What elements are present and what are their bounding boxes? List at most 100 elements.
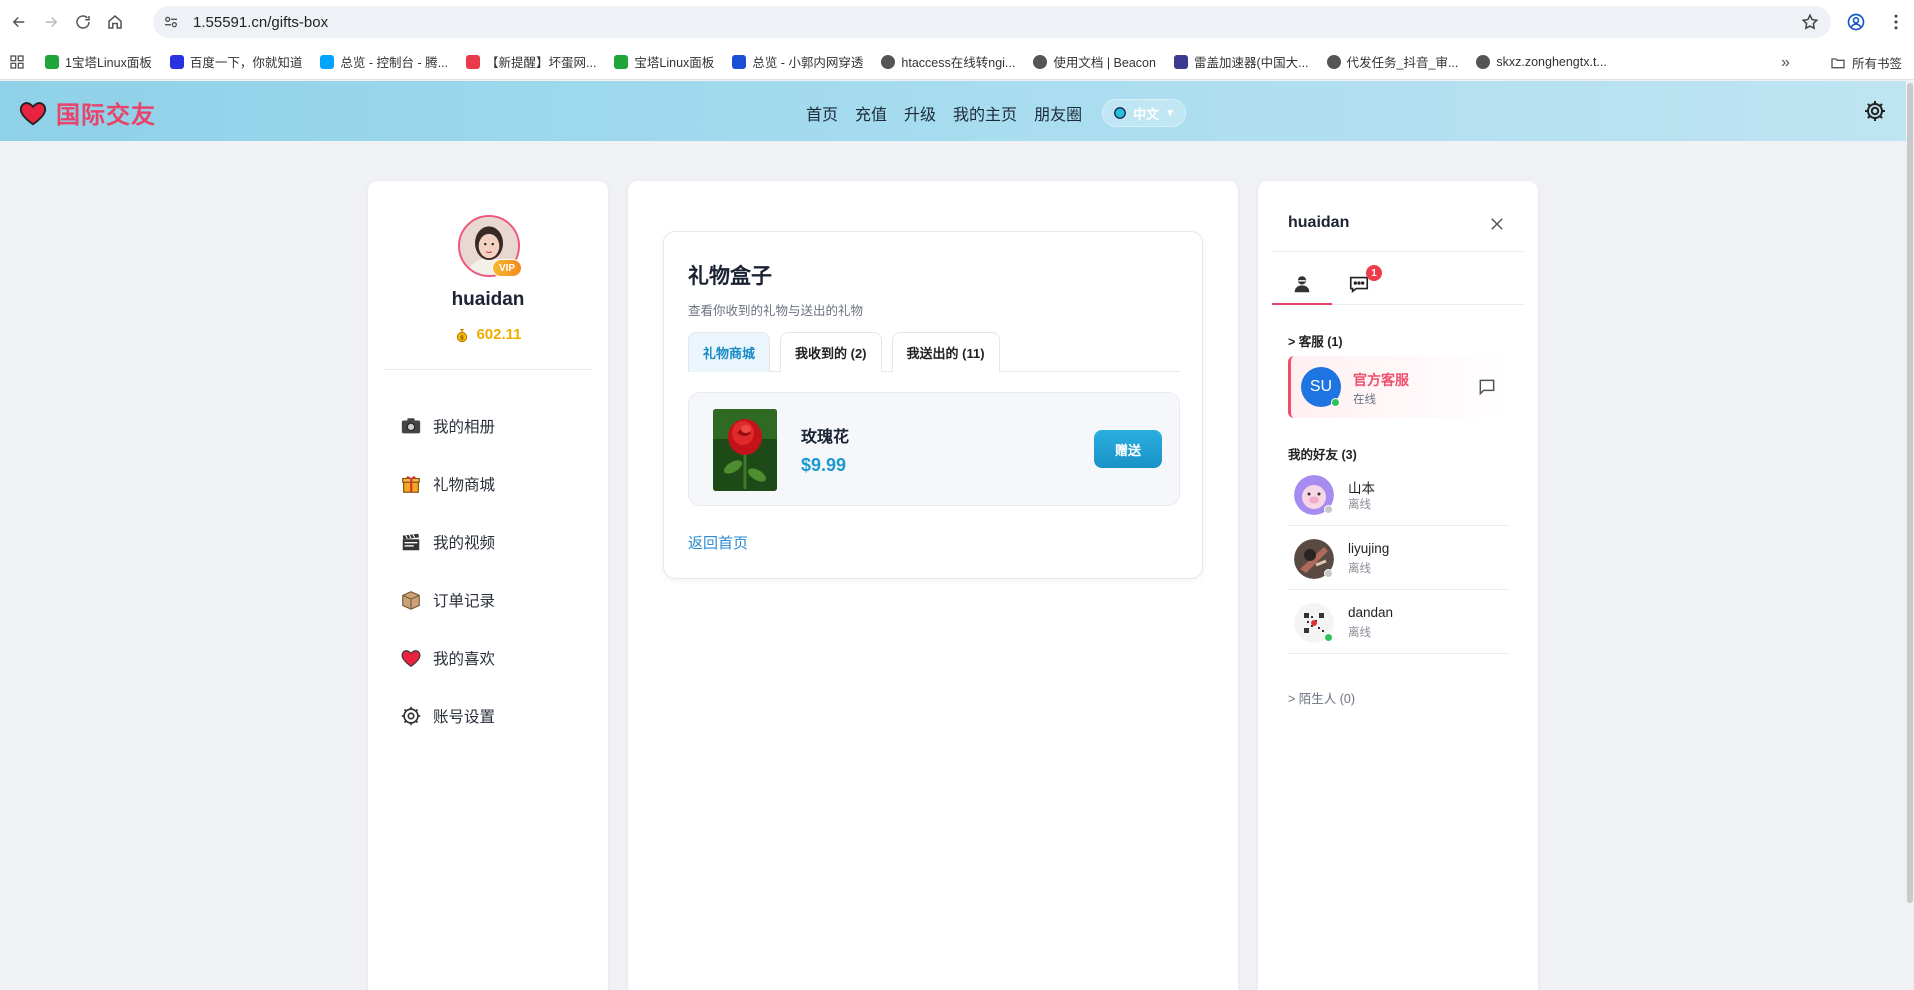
nav-upgrade[interactable]: 升级 bbox=[904, 101, 936, 125]
shield-icon bbox=[614, 54, 629, 69]
tab-messages[interactable]: 1 bbox=[1348, 265, 1382, 297]
strangers-section-header[interactable]: > 陌生人 (0) bbox=[1288, 688, 1355, 707]
folder-icon bbox=[1831, 57, 1845, 68]
menu-item-gift-shop[interactable]: 礼物商城 bbox=[400, 455, 495, 513]
shield-icon bbox=[45, 54, 59, 69]
profile-icon[interactable] bbox=[1846, 12, 1866, 32]
back-button[interactable] bbox=[6, 9, 32, 35]
tab-gift-shop[interactable]: 礼物商城 bbox=[688, 332, 771, 372]
cloud-icon bbox=[320, 54, 335, 69]
gift-item: 玫瑰花 $9.99 赠送 bbox=[688, 392, 1180, 506]
arrow-right-icon bbox=[45, 16, 58, 28]
bookmark-item[interactable]: 百度一下，你就知道 bbox=[169, 52, 302, 71]
menu-item-album[interactable]: 我的相册 bbox=[400, 397, 495, 455]
forward-button[interactable] bbox=[38, 9, 64, 35]
hash-icon bbox=[466, 54, 480, 69]
friend-status: 离线 bbox=[1348, 563, 1371, 575]
contact-user-icon bbox=[1294, 276, 1310, 293]
bookmark-item[interactable]: 宝塔Linux面板 bbox=[614, 52, 714, 71]
friend-name: dandan bbox=[1348, 605, 1394, 620]
menu-item-account-settings[interactable]: 账号设置 bbox=[400, 687, 495, 745]
friends-section-header: 我的好友 (3) bbox=[1288, 448, 1357, 462]
apps-grid-icon[interactable] bbox=[9, 54, 25, 70]
gift-tabs: 礼物商城 我收到的 (2) 我送出的 (11) bbox=[688, 332, 1180, 372]
tab-received[interactable]: 我收到的 (2) bbox=[780, 332, 882, 372]
arrow-left-icon bbox=[12, 16, 25, 28]
gift-icon bbox=[402, 476, 420, 493]
bookmark-item[interactable]: skxz.zonghengtx.t... bbox=[1476, 54, 1607, 69]
nav-my-page[interactable]: 我的主页 bbox=[953, 101, 1017, 125]
list-item[interactable]: liyujing 离线 bbox=[1288, 527, 1510, 590]
home-button[interactable] bbox=[102, 9, 128, 35]
site-logo[interactable]: 国际交友 bbox=[18, 95, 156, 130]
bookmark-item[interactable]: 使用文档 | Beacon bbox=[1033, 52, 1156, 71]
profile-username: huaidan bbox=[451, 289, 525, 310]
bookmark-item[interactable]: htaccess在线转ngi... bbox=[881, 52, 1015, 71]
list-item[interactable]: 山本 离线 bbox=[1288, 463, 1510, 526]
tab-contacts[interactable] bbox=[1272, 269, 1332, 305]
kebab-menu-icon[interactable] bbox=[1886, 12, 1906, 32]
scrollbar-thumb[interactable] bbox=[1907, 83, 1913, 903]
globe-icon bbox=[1114, 107, 1126, 119]
chat-icon[interactable] bbox=[1477, 377, 1497, 397]
menu-item-orders[interactable]: 订单记录 bbox=[400, 571, 495, 629]
vip-badge: VIP bbox=[492, 259, 522, 277]
coin-balance: $ 602.11 bbox=[368, 326, 608, 343]
list-item[interactable]: dandan 离线 bbox=[1288, 591, 1510, 654]
nav-home[interactable]: 首页 bbox=[806, 101, 838, 125]
globe-icon bbox=[881, 54, 896, 69]
side-menu: 我的相册 礼物商城 我的视频 订单记录 我的喜欢 账号设置 bbox=[400, 397, 495, 745]
page-title: 礼物盒子 bbox=[688, 265, 772, 288]
bookmark-item[interactable]: 雷盖加速器(中国大... bbox=[1173, 52, 1309, 71]
bookmark-item[interactable]: 代发任务_抖音_审... bbox=[1326, 52, 1458, 71]
clapperboard-icon bbox=[402, 533, 420, 551]
online-status-dot bbox=[1324, 633, 1333, 642]
chat-panel: huaidan 1 > 客服 (1) SU 官方客服 在线 我的好友 (3) 山… bbox=[1258, 181, 1538, 990]
nav-moments[interactable]: 朋友圈 bbox=[1034, 101, 1082, 125]
address-bar[interactable]: 1.55591.cn/gifts-box bbox=[153, 6, 1831, 38]
divider bbox=[384, 369, 592, 370]
online-status-dot bbox=[1331, 398, 1340, 407]
heart-logo-icon bbox=[19, 101, 47, 125]
cat-icon bbox=[1173, 54, 1188, 69]
rose-image bbox=[713, 409, 777, 491]
friend-name: liyujing bbox=[1348, 541, 1390, 556]
bookmark-item[interactable]: 【新提醒】坏蛋网... bbox=[466, 52, 596, 71]
gift-price: $9.99 bbox=[801, 455, 847, 475]
chat-tabs: 1 bbox=[1272, 265, 1524, 305]
main-content: 礼物盒子 查看你收到的礼物与送出的礼物 礼物商城 我收到的 (2) 我送出的 (… bbox=[628, 181, 1238, 990]
send-gift-button[interactable]: 赠送 bbox=[1094, 430, 1162, 468]
globe-icon bbox=[1476, 54, 1491, 69]
globe-icon bbox=[1326, 54, 1341, 69]
bookmark-item[interactable]: 总览 - 小郭内网穿透 bbox=[732, 52, 863, 71]
reload-icon bbox=[76, 15, 90, 29]
all-bookmarks-button[interactable]: 所有书签 bbox=[1830, 53, 1902, 72]
gift-name: 玫瑰花 bbox=[801, 429, 850, 446]
gift-box-panel: 礼物盒子 查看你收到的礼物与送出的礼物 礼物商城 我收到的 (2) 我送出的 (… bbox=[663, 231, 1203, 579]
close-icon[interactable] bbox=[1488, 215, 1506, 233]
menu-item-videos[interactable]: 我的视频 bbox=[400, 513, 495, 571]
support-section-header[interactable]: > 客服 (1) bbox=[1288, 331, 1343, 350]
chevron-down-icon: ▼ bbox=[1165, 107, 1175, 119]
bookmark-star-icon[interactable] bbox=[1801, 13, 1819, 31]
back-home-link[interactable]: 返回首页 bbox=[688, 532, 748, 553]
u-logo-icon bbox=[732, 54, 747, 69]
offline-status-dot bbox=[1324, 505, 1333, 514]
bookmarks-overflow-button[interactable]: » bbox=[1781, 54, 1790, 72]
reload-button[interactable] bbox=[70, 9, 96, 35]
main-nav: 首页 充值 升级 我的主页 朋友圈 中文 ▼ bbox=[806, 99, 1186, 127]
nav-recharge[interactable]: 充值 bbox=[855, 101, 887, 125]
menu-item-likes[interactable]: 我的喜欢 bbox=[400, 629, 495, 687]
camera-icon bbox=[401, 418, 421, 434]
url-text[interactable]: 1.55591.cn/gifts-box bbox=[193, 14, 328, 31]
page-scrollbar[interactable] bbox=[1906, 81, 1914, 905]
language-select[interactable]: 中文 ▼ bbox=[1102, 99, 1186, 127]
bookmarks-bar: 1宝塔Linux面板 百度一下，你就知道 总览 - 控制台 - 腾... 【新提… bbox=[0, 44, 1914, 80]
bookmark-item[interactable]: 1宝塔Linux面板 bbox=[45, 52, 152, 71]
support-contact[interactable]: SU 官方客服 在线 bbox=[1288, 356, 1510, 418]
balance-value: 602.11 bbox=[476, 326, 522, 343]
settings-gear-icon[interactable] bbox=[1863, 99, 1887, 123]
tab-sent[interactable]: 我送出的 (11) bbox=[891, 332, 1000, 372]
site-info-icon[interactable] bbox=[163, 14, 179, 30]
bookmark-item[interactable]: 总览 - 控制台 - 腾... bbox=[320, 52, 448, 71]
